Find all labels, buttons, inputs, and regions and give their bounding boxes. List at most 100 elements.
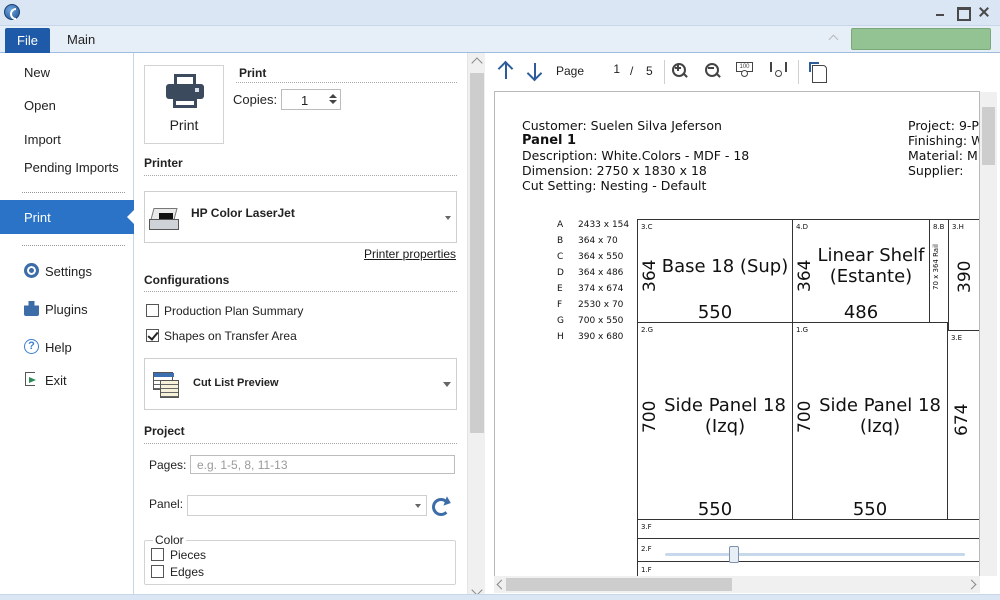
tab-file[interactable]: File [5, 28, 50, 53]
help-icon: ? [24, 339, 39, 354]
nav-item-label: Help [45, 339, 72, 355]
scroll-up-icon[interactable] [471, 57, 483, 69]
preview-toolbar: Page 1 / 5 100 [485, 53, 1000, 89]
print-preview: Page 1 / 5 100 Customer: Suelen Silva Je… [485, 53, 1000, 600]
settings-scrollbar[interactable] [467, 53, 485, 600]
edges-checkbox[interactable] [151, 565, 164, 578]
description-text: Description: White.Colors - MDF - 18 [522, 148, 750, 163]
page-setup-icon[interactable] [809, 62, 827, 83]
nav-item-label: Exit [45, 372, 67, 388]
arrow-up-icon[interactable] [496, 61, 516, 81]
zoom-slider-track[interactable] [665, 553, 965, 556]
material-text: Material: MI [908, 148, 980, 163]
nav-separator [22, 245, 125, 246]
copies-value: 1 [301, 93, 309, 108]
printer-icon [149, 206, 183, 236]
title-bar [0, 0, 1000, 26]
edges-label: Edges [170, 565, 205, 579]
piece-base: 3.C Base 18 (Sup) 550 364 [637, 219, 793, 323]
piece-side-panel-right: 1.G Side Panel 18 (Izq) 550 700 [792, 322, 948, 520]
project-section-title: Project [144, 424, 185, 438]
exit-icon [25, 372, 36, 386]
close-icon[interactable] [976, 4, 992, 20]
maximize-icon[interactable] [954, 4, 971, 21]
panel-label: Panel: [149, 497, 184, 511]
nav-item-print[interactable]: Print [0, 200, 135, 234]
project-text: Project: 9-P [908, 118, 979, 133]
nav-item-help[interactable]: ? Help [0, 336, 134, 358]
production-plan-checkbox[interactable] [146, 304, 159, 317]
piece-linear-shelf: 4.D Linear Shelf (Estante) 486 364 [792, 219, 930, 323]
scrollbar-thumb[interactable] [470, 73, 484, 433]
nav-item-new[interactable]: New [0, 61, 134, 83]
refresh-icon[interactable] [432, 498, 450, 516]
divider [144, 443, 457, 444]
supplier-text: Supplier: [908, 163, 964, 178]
customer-text: Customer: Suelen Silva Jeferson [522, 118, 722, 133]
scroll-left-icon[interactable] [496, 579, 507, 590]
minimize-icon[interactable] [932, 4, 948, 20]
copies-label: Copies: [233, 92, 278, 107]
chevron-down-icon [445, 216, 451, 220]
nav-item-plugins[interactable]: Plugins [0, 298, 134, 320]
color-group-title: Color [153, 533, 186, 547]
pages-label: Pages: [149, 458, 187, 472]
piece-rail: 8.B 70 x 364 Rail [929, 219, 949, 323]
preview-vertical-scrollbar[interactable] [980, 92, 997, 576]
scrollbar-thumb[interactable] [982, 107, 995, 165]
toolbar-divider [664, 60, 665, 84]
print-section-title: Print [239, 66, 267, 80]
app-logo-icon [4, 4, 20, 20]
nav-item-pending-imports[interactable]: Pending Imports [0, 156, 134, 178]
piece-e: 3.E 674 [947, 330, 979, 520]
print-settings-panel: Print Print Copies: 1 Printer HP Color L… [134, 53, 467, 600]
zoom-fit-icon[interactable] [770, 62, 790, 80]
printer-select[interactable]: HP Color LaserJet [144, 191, 457, 243]
zoom-out-icon[interactable] [704, 62, 722, 80]
copies-stepper[interactable]: 1 [281, 89, 341, 110]
scrollbar-thumb[interactable] [506, 578, 732, 591]
shapes-transfer-checkbox[interactable] [146, 329, 159, 342]
nav-item-settings[interactable]: Settings [0, 260, 134, 282]
zoom-slider-thumb[interactable] [729, 546, 739, 563]
zoom-in-icon[interactable] [671, 62, 689, 80]
page-separator: / [630, 64, 634, 78]
printer-properties-link[interactable]: Printer properties [364, 247, 456, 261]
production-plan-label: Production Plan Summary [164, 304, 304, 318]
arrow-down-icon[interactable] [525, 61, 545, 81]
printer-section-title: Printer [144, 156, 183, 170]
divider [236, 82, 457, 83]
report-select[interactable]: Cut List Preview [144, 358, 457, 410]
scroll-right-icon[interactable] [966, 579, 977, 590]
zoom-100-icon[interactable]: 100 [736, 62, 756, 80]
panel-select[interactable] [187, 495, 427, 516]
print-button[interactable]: Print [144, 65, 224, 144]
nav-item-open[interactable]: Open [0, 94, 134, 116]
collapse-ribbon-icon[interactable] [828, 33, 840, 43]
pages-input[interactable]: e.g. 1-5, 8, 11-13 [190, 455, 455, 474]
puzzle-icon [24, 301, 39, 316]
dimension-text: Dimension: 2750 x 1830 x 18 [522, 163, 707, 178]
pieces-checkbox[interactable] [151, 548, 164, 561]
piece-side-panel-left: 2.G Side Panel 18 (Izq) 550 700 [637, 322, 793, 520]
tab-main[interactable]: Main [62, 32, 100, 47]
printer-icon [166, 74, 204, 108]
divider [144, 291, 457, 292]
window-bottom-border [0, 594, 1000, 600]
table-icon [153, 372, 179, 398]
nav-item-exit[interactable]: Exit [0, 369, 134, 391]
printer-name: HP Color LaserJet [191, 206, 295, 220]
nav-item-label: Settings [45, 263, 92, 279]
preview-horizontal-scrollbar[interactable] [494, 576, 980, 593]
chevron-down-icon [415, 504, 421, 508]
ribbon-tab-row: File Main [0, 26, 1000, 53]
nav-item-import[interactable]: Import [0, 128, 134, 150]
pieces-label: Pieces [170, 548, 207, 562]
panel-title: Panel 1 [522, 133, 577, 148]
page-number-input[interactable]: 1 [592, 62, 624, 79]
page-total: 5 [646, 64, 653, 78]
gear-icon [24, 263, 39, 278]
decrement-icon[interactable] [328, 99, 338, 108]
page-label: Page [556, 64, 585, 78]
print-button-label: Print [169, 117, 199, 133]
